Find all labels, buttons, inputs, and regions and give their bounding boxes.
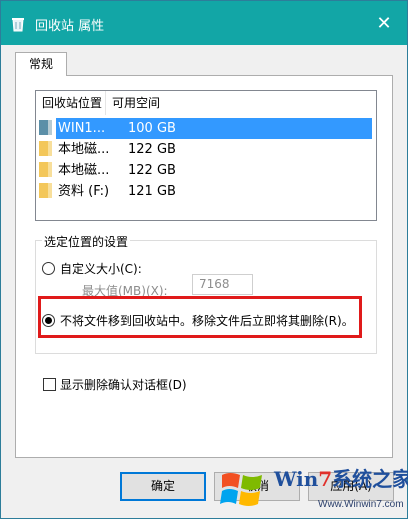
column-header-free-space[interactable]: 可用空间: [106, 91, 376, 115]
watermark: Win7系统之家 Www.Winwin7.com: [216, 459, 408, 517]
folder-icon: [39, 141, 52, 156]
folder-icon: [39, 162, 52, 177]
confirm-delete-checkbox[interactable]: [43, 378, 56, 391]
list-item[interactable]: 资料 (F:) 121 GB: [36, 181, 376, 202]
window-title: 回收站 属性: [35, 19, 105, 34]
list-item[interactable]: WIN1... 100 GB: [36, 118, 376, 139]
recycle-bin-properties-window: 回收站 属性 ✕ 常规 回收站位置 可用空间 WIN1... 100 GB 本地…: [0, 0, 408, 519]
tab-general[interactable]: 常规: [15, 52, 67, 76]
ok-button[interactable]: 确定: [120, 472, 206, 501]
confirm-delete-label[interactable]: 显示删除确认对话框(D): [60, 376, 187, 393]
watermark-brand: Win7系统之家: [274, 467, 408, 491]
tab-panel: 回收站位置 可用空间 WIN1... 100 GB 本地磁... 122 GB: [15, 75, 393, 458]
system-drive-icon: [39, 120, 52, 135]
max-size-input[interactable]: 7168: [192, 274, 253, 295]
title-bar[interactable]: 回收站 属性 ✕: [1, 1, 407, 45]
location-name: WIN1...: [58, 121, 106, 136]
list-item[interactable]: 本地磁... 122 GB: [36, 160, 376, 181]
column-header-location[interactable]: 回收站位置: [36, 91, 106, 115]
recycle-bin-location-list[interactable]: 回收站位置 可用空间 WIN1... 100 GB 本地磁... 122 GB: [35, 90, 377, 221]
list-header: 回收站位置 可用空间: [36, 91, 376, 115]
location-name: 资料 (F:): [58, 184, 110, 199]
recycle-bin-icon: [10, 16, 26, 32]
free-space: 100 GB: [128, 121, 176, 136]
watermark-url: Www.Winwin7.com: [318, 499, 404, 510]
list-item[interactable]: 本地磁... 122 GB: [36, 139, 376, 160]
custom-size-label[interactable]: 自定义大小(C):: [60, 260, 142, 277]
folder-icon: [39, 183, 52, 198]
location-name: 本地磁...: [58, 142, 110, 157]
location-name: 本地磁...: [58, 163, 110, 178]
free-space: 122 GB: [128, 142, 176, 157]
settings-group-label: 选定位置的设置: [42, 233, 131, 250]
custom-size-radio[interactable]: [42, 262, 55, 275]
free-space: 122 GB: [128, 163, 176, 178]
close-button[interactable]: ✕: [361, 1, 407, 45]
windows-logo-icon: [220, 467, 266, 514]
free-space: 121 GB: [128, 184, 176, 199]
close-icon: ✕: [376, 12, 392, 34]
highlight-annotation-box: [38, 296, 362, 338]
